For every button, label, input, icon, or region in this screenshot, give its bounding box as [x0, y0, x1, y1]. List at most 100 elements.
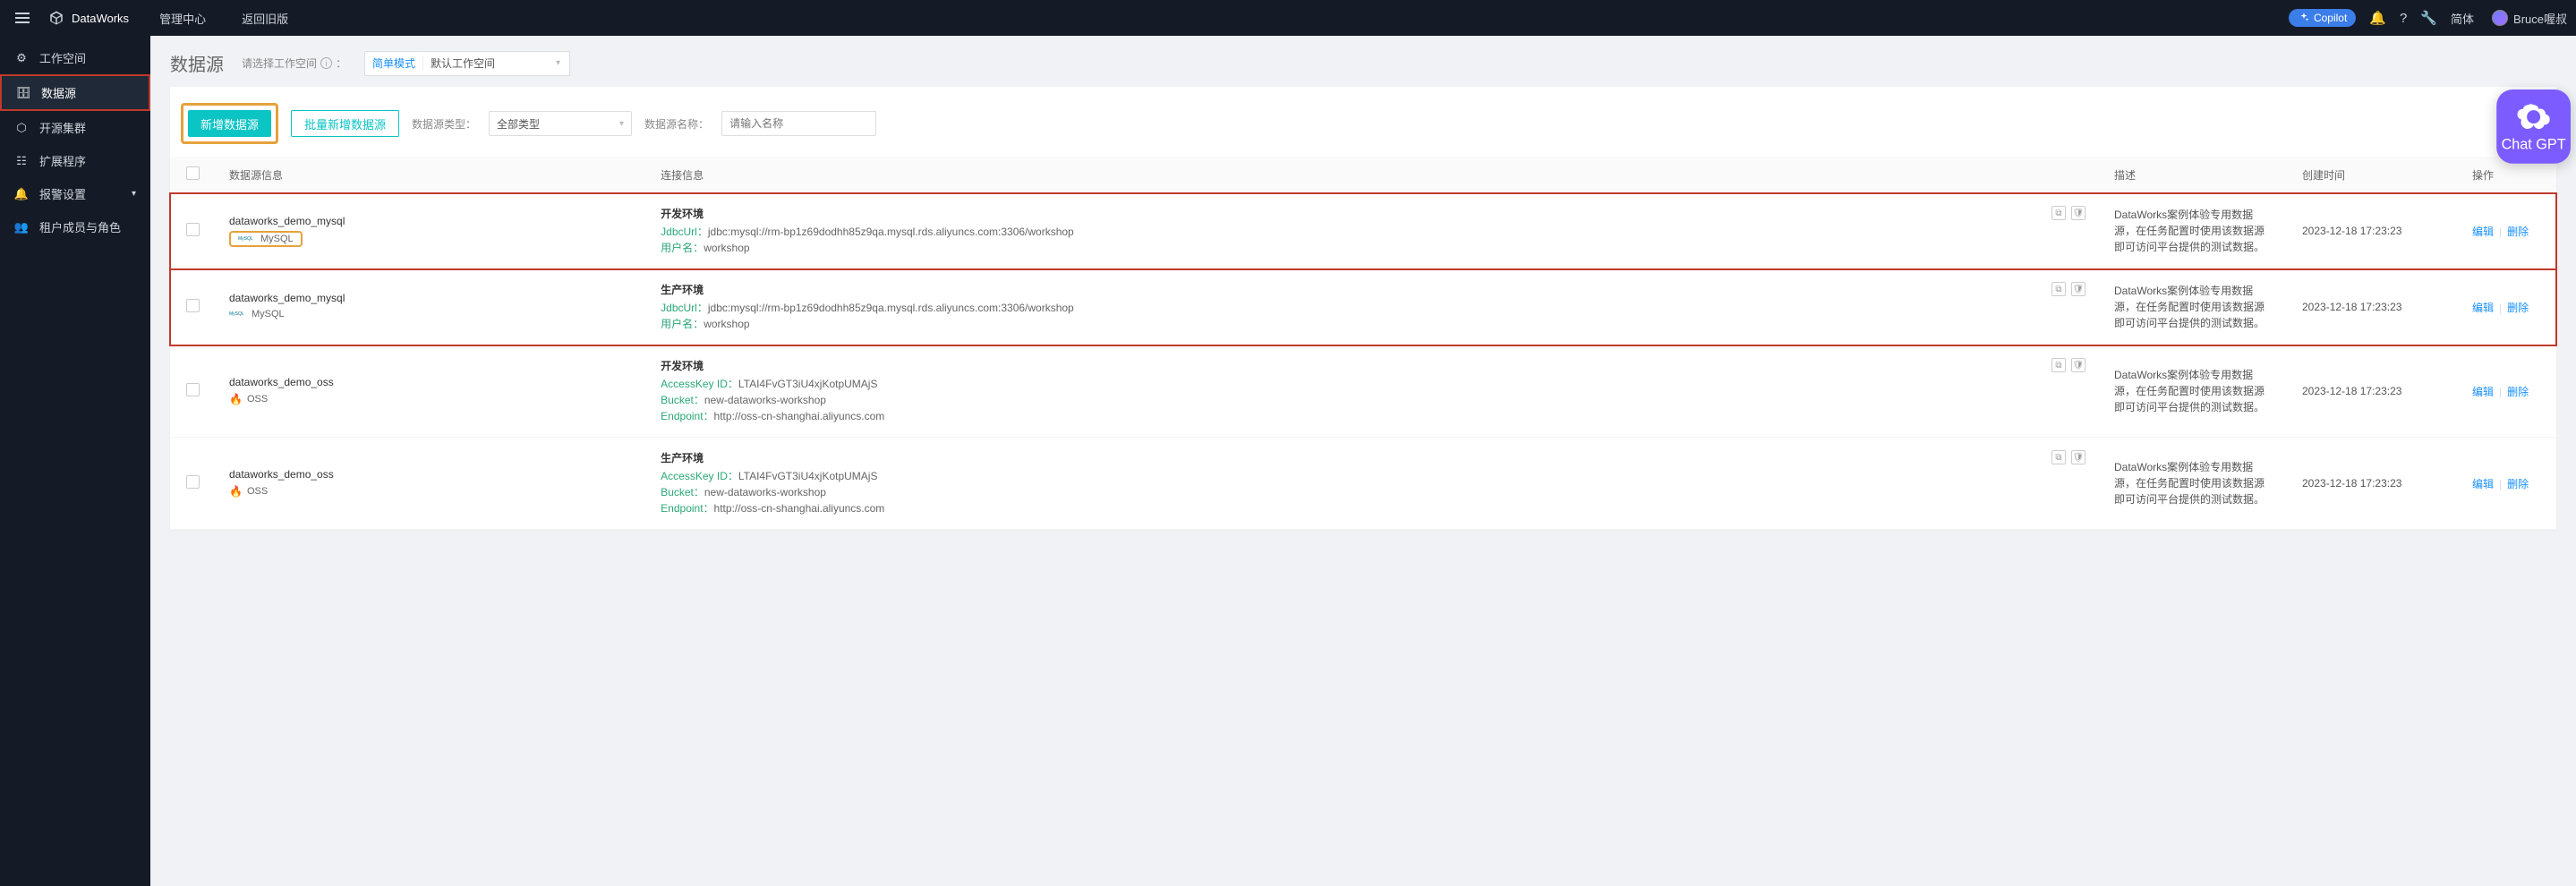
copy-icon[interactable]: ⧉	[2051, 282, 2066, 296]
sidebar-item-label: 扩展程序	[39, 152, 86, 169]
copy-icon[interactable]: ⧉	[2051, 206, 2066, 220]
delete-link[interactable]: 删除	[2507, 302, 2529, 314]
delete-link[interactable]: 删除	[2507, 226, 2529, 238]
avatar	[2492, 10, 2508, 26]
workspace-name: 默认工作空间	[423, 55, 547, 71]
users-icon: 👥	[14, 220, 29, 234]
menu-toggle[interactable]	[9, 11, 36, 25]
datasource-name: dataworks_demo_oss	[229, 468, 632, 481]
cell-created: 2023-12-18 17:23:23	[2288, 345, 2458, 438]
datasource-type-badge: MySQLMySQL	[229, 308, 285, 320]
cell-desc: DataWorks案例体验专用数据源，在任务配置时使用该数据源即可访问平台提供的…	[2100, 269, 2288, 345]
edit-link[interactable]: 编辑	[2472, 386, 2494, 398]
datasource-name: dataworks_demo_mysql	[229, 215, 632, 227]
edit-link[interactable]: 编辑	[2472, 226, 2494, 238]
env-label: 开发环境	[661, 206, 1074, 221]
sidebar-item-label: 租户成员与角色	[39, 218, 121, 235]
cell-conn: 开发环境 AccessKey ID：LTAI4FvGT3iU4xjKotpUMA…	[646, 345, 2100, 438]
chatgpt-widget[interactable]: Chat GPT	[2496, 89, 2571, 164]
sidebar-item-workspace[interactable]: ⚙ 工作空间	[0, 41, 150, 74]
sidebar-item-label: 报警设置	[39, 185, 86, 202]
database-icon: 🗄	[16, 86, 30, 100]
row-checkbox[interactable]	[186, 383, 200, 396]
copy-icon[interactable]: ⧉	[2051, 358, 2066, 372]
table-row: dataworks_demo_oss 🔥OSS 开发环境 AccessKey I…	[170, 345, 2556, 438]
cell-ops: 编辑|删除	[2458, 269, 2556, 345]
edit-link[interactable]: 编辑	[2472, 478, 2494, 490]
cell-conn: 生产环境 JdbcUrl：jdbc:mysql://rm-bp1z69dodhh…	[646, 269, 2100, 345]
sidebar-item-label: 开源集群	[39, 119, 86, 136]
svg-text:MySQL: MySQL	[229, 311, 244, 317]
workspace-select[interactable]: 简单模式 默认工作空间 ▾	[364, 51, 570, 76]
nav-back-old[interactable]: 返回旧版	[224, 10, 306, 27]
brand-text: DataWorks	[72, 12, 129, 25]
type-filter-value: 全部类型	[497, 116, 540, 132]
topbar-icons: 🔔 ? 🔧	[2369, 10, 2437, 26]
chevron-down-icon: ▾	[547, 58, 569, 68]
oss-icon: 🔥	[229, 485, 243, 498]
cell-ops: 编辑|删除	[2458, 345, 2556, 438]
help-icon[interactable]: ?	[2400, 11, 2407, 26]
cell-ops: 编辑|删除	[2458, 193, 2556, 269]
datasource-name: dataworks_demo_oss	[229, 376, 632, 388]
language-switch[interactable]: 简体	[2451, 10, 2474, 27]
shield-icon[interactable]: 🛡	[2071, 358, 2086, 372]
type-filter-select[interactable]: 全部类型 ▾	[489, 111, 632, 136]
cell-ops: 编辑|删除	[2458, 438, 2556, 530]
type-filter-label: 数据源类型：	[412, 116, 476, 132]
table-row: dataworks_demo_mysql MySQLMySQL 生产环境 Jdb…	[170, 269, 2556, 345]
shield-icon[interactable]: 🛡	[2071, 206, 2086, 220]
datasource-type-badge: MySQLMySQL	[229, 231, 303, 247]
col-conn: 连接信息	[646, 157, 2100, 193]
chevron-down-icon: ▾	[132, 189, 136, 199]
copilot-button[interactable]: Copilot	[2289, 9, 2356, 27]
shield-icon[interactable]: 🛡	[2071, 450, 2086, 464]
sidebar-item-alerts[interactable]: 🔔 报警设置 ▾	[0, 177, 150, 210]
copy-icon[interactable]: ⧉	[2051, 450, 2066, 464]
row-checkbox[interactable]	[186, 223, 200, 236]
brand[interactable]: DataWorks	[36, 10, 141, 26]
oss-icon: 🔥	[229, 393, 243, 405]
cell-conn: 生产环境 AccessKey ID：LTAI4FvGT3iU4xjKotpUMA…	[646, 438, 2100, 530]
cell-info: dataworks_demo_oss 🔥OSS	[215, 345, 646, 438]
bell-icon: 🔔	[14, 187, 29, 201]
sidebar-item-label: 工作空间	[39, 49, 86, 66]
delete-link[interactable]: 删除	[2507, 386, 2529, 398]
env-label: 生产环境	[661, 450, 884, 465]
sliders-icon: ☷	[14, 154, 29, 168]
col-info: 数据源信息	[215, 157, 646, 193]
col-desc: 描述	[2100, 157, 2288, 193]
add-datasource-button[interactable]: 新增数据源	[188, 110, 271, 137]
select-all-checkbox[interactable]	[186, 166, 200, 180]
bell-icon[interactable]: 🔔	[2369, 10, 2386, 26]
copilot-label: Copilot	[2314, 12, 2347, 24]
env-label: 开发环境	[661, 358, 884, 373]
chatgpt-label: Chat GPT	[2502, 136, 2566, 152]
cell-conn: 开发环境 JdbcUrl：jdbc:mysql://rm-bp1z69dodhh…	[646, 193, 2100, 269]
shield-icon[interactable]: 🛡	[2071, 282, 2086, 296]
cell-desc: DataWorks案例体验专用数据源，在任务配置时使用该数据源即可访问平台提供的…	[2100, 345, 2288, 438]
delete-link[interactable]: 删除	[2507, 478, 2529, 490]
datasource-name: dataworks_demo_mysql	[229, 292, 632, 304]
sidebar-item-opensource-cluster[interactable]: ⬡ 开源集群	[0, 111, 150, 144]
topbar: DataWorks 管理中心 返回旧版 Copilot 🔔 ? 🔧 简体 Bru…	[0, 0, 2576, 36]
tool-icon[interactable]: 🔧	[2420, 10, 2437, 26]
sparkle-icon	[2298, 12, 2310, 24]
sidebar-item-tenant-members[interactable]: 👥 租户成员与角色	[0, 210, 150, 243]
user-menu[interactable]: Bruce喔叔	[2492, 10, 2567, 27]
cell-created: 2023-12-18 17:23:23	[2288, 193, 2458, 269]
edit-link[interactable]: 编辑	[2472, 302, 2494, 314]
sidebar-item-datasource[interactable]: 🗄 数据源	[0, 74, 150, 111]
datasource-type-badge: 🔥OSS	[229, 484, 268, 498]
row-checkbox[interactable]	[186, 475, 200, 489]
sidebar-item-extensions[interactable]: ☷ 扩展程序	[0, 144, 150, 177]
workspace-mode: 简单模式	[365, 55, 423, 71]
nav-management-center[interactable]: 管理中心	[141, 10, 224, 27]
row-checkbox[interactable]	[186, 299, 200, 312]
toolbar: 新增数据源 批量新增数据源 数据源类型： 全部类型 ▾ 数据源名称： ↻	[170, 87, 2556, 157]
batch-add-datasource-button[interactable]: 批量新增数据源	[291, 110, 399, 137]
name-filter-input[interactable]	[721, 111, 876, 136]
info-icon[interactable]: i	[320, 57, 332, 69]
page-header: 数据源 请选择工作空间 i ： 简单模式 默认工作空间 ▾	[150, 36, 2576, 87]
page-title: 数据源	[170, 50, 224, 76]
